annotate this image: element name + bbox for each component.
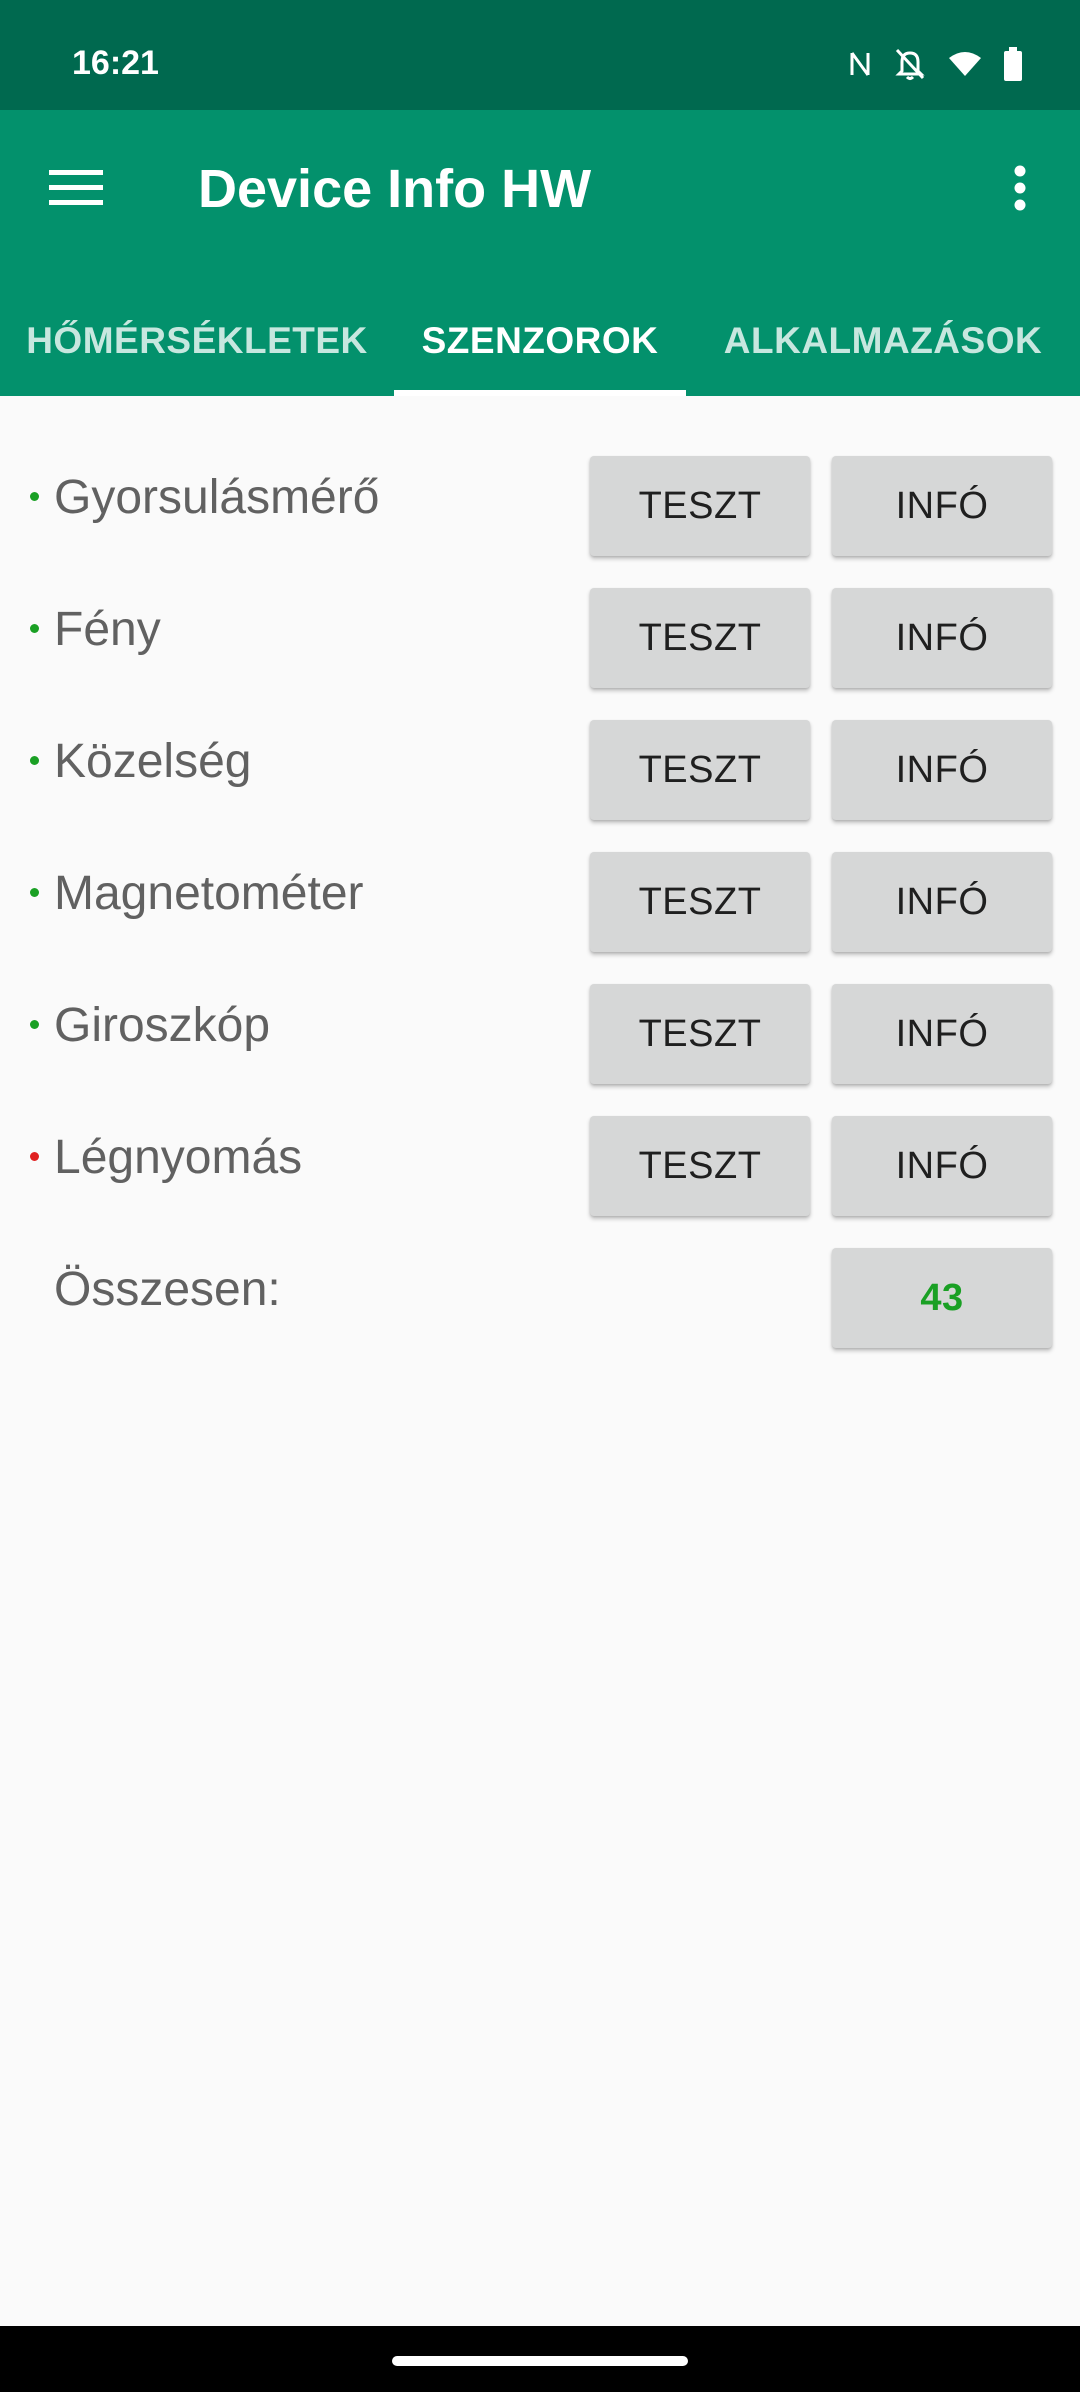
home-gesture-handle[interactable] xyxy=(392,2356,688,2366)
test-button[interactable]: TESZT xyxy=(590,1116,810,1216)
status-icons xyxy=(848,44,1022,84)
active-tab-indicator xyxy=(394,390,686,396)
sensor-row-accelerometer: Gyorsulásmérő TESZT INFÓ xyxy=(0,446,1080,556)
nfc-icon xyxy=(848,49,872,79)
sensor-label: Magnetométer xyxy=(54,867,364,920)
sensor-label: Giroszkóp xyxy=(54,999,271,1052)
sensor-row-gyroscope: Giroszkóp TESZT INFÓ xyxy=(0,974,1080,1084)
tab-temperatures[interactable]: HŐMÉRSÉKLETEK xyxy=(0,286,394,396)
sensor-row-magnetometer: Magnetométer TESZT INFÓ xyxy=(0,842,1080,952)
sensor-label: Fény xyxy=(54,603,161,656)
wifi-icon xyxy=(948,50,982,78)
hamburger-menu-icon xyxy=(49,168,103,213)
test-button[interactable]: TESZT xyxy=(590,852,810,952)
app-bar: Device Info HW HŐMÉRSÉKLETEK SZENZOROK A… xyxy=(0,110,1080,396)
status-dot xyxy=(30,624,39,633)
info-button[interactable]: INFÓ xyxy=(832,588,1052,688)
info-button[interactable]: INFÓ xyxy=(832,852,1052,952)
battery-icon xyxy=(1004,47,1022,81)
sensor-row-barometer: Légnyomás TESZT INFÓ xyxy=(0,1106,1080,1216)
sensor-row-light: Fény TESZT INFÓ xyxy=(0,578,1080,688)
total-count-button[interactable]: 43 xyxy=(832,1248,1052,1348)
total-label: Összesen: xyxy=(54,1263,281,1316)
test-button[interactable]: TESZT xyxy=(590,588,810,688)
status-time: 16:21 xyxy=(72,44,159,82)
info-button[interactable]: INFÓ xyxy=(832,720,1052,820)
more-vert-icon xyxy=(1014,165,1026,216)
system-nav-bar xyxy=(0,2326,1080,2392)
status-dot xyxy=(30,888,39,897)
menu-button[interactable] xyxy=(40,154,112,226)
test-button[interactable]: TESZT xyxy=(590,984,810,1084)
tab-applications[interactable]: ALKALMAZÁSOK xyxy=(686,286,1080,396)
notifications-off-icon xyxy=(894,47,926,81)
overflow-menu-button[interactable] xyxy=(990,154,1050,226)
status-bar: 16:21 xyxy=(0,0,1080,110)
status-dot xyxy=(30,492,39,501)
status-dot xyxy=(30,1020,39,1029)
status-dot xyxy=(30,756,39,765)
total-count: 43 xyxy=(920,1276,964,1319)
info-button[interactable]: INFÓ xyxy=(832,456,1052,556)
test-button[interactable]: TESZT xyxy=(590,720,810,820)
app-title: Device Info HW xyxy=(198,159,592,219)
total-row: Összesen: 43 xyxy=(0,1238,1080,1348)
sensor-label: Közelség xyxy=(54,735,252,788)
tab-sensors[interactable]: SZENZOROK xyxy=(394,286,686,396)
sensor-label: Gyorsulásmérő xyxy=(54,471,380,524)
sensor-row-proximity: Közelség TESZT INFÓ xyxy=(0,710,1080,820)
tab-bar: HŐMÉRSÉKLETEK SZENZOROK ALKALMAZÁSOK xyxy=(0,286,1080,396)
sensor-label: Légnyomás xyxy=(54,1131,303,1184)
test-button[interactable]: TESZT xyxy=(590,456,810,556)
status-dot xyxy=(30,1152,39,1161)
info-button[interactable]: INFÓ xyxy=(832,1116,1052,1216)
info-button[interactable]: INFÓ xyxy=(832,984,1052,1084)
